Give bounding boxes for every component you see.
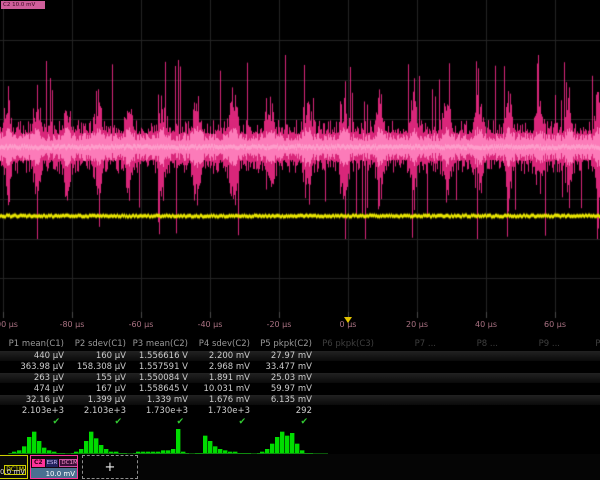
measure-value-p4: 2.200 mV xyxy=(192,351,250,361)
measure-value-p2: 155 µV xyxy=(68,373,126,383)
measure-value-p3: 1.557591 V xyxy=(130,362,188,372)
measure-value-p1: 2.103e+3 xyxy=(6,406,64,416)
histicon-p3[interactable] xyxy=(133,429,189,454)
c2-coupling-badge: DC1M xyxy=(59,459,78,467)
measure-value-p2: 160 µV xyxy=(68,351,126,361)
measure-value-p5: 27.97 mV xyxy=(254,351,312,361)
add-trace-slot[interactable]: + xyxy=(82,455,138,479)
measure-row: 440 µV 160 µV 1.556616 V 2.200 mV 27.97 mV xyxy=(0,351,600,361)
histicon-p1[interactable] xyxy=(9,429,65,454)
trigger-position-marker[interactable] xyxy=(344,317,352,323)
measure-value-p5: 25.03 mV xyxy=(254,373,312,383)
measure-value-p4: 1.891 mV xyxy=(192,373,250,383)
measure-header-p5[interactable]: P5 pkpk(C2) xyxy=(254,339,312,350)
measure-value-p4: 1.676 mV xyxy=(192,395,250,405)
waveform-grid[interactable]: C2 10.0 mV -100 µs -80 µs -60 µs -40 µs -20 … xyxy=(0,0,600,332)
time-tick-label: 40 µs xyxy=(475,320,497,329)
measure-header-p8[interactable]: P8 ... xyxy=(440,339,498,350)
channel-c2-descriptor[interactable]: C2 ESR DC1M 10.0 mV xyxy=(30,455,78,479)
plus-icon: + xyxy=(105,460,116,475)
status-check-icon: ✔ xyxy=(192,417,246,429)
measure-header-p2[interactable]: P2 sdev(C1) xyxy=(68,339,126,350)
time-tick-label: -80 µs xyxy=(60,320,85,329)
measure-row: 474 µV 167 µV 1.558645 V 10.031 mV 59.97 mV xyxy=(0,384,600,394)
status-check-icon: ✔ xyxy=(68,417,122,429)
measure-value-p5: 33.477 mV xyxy=(254,362,312,372)
channel-c1-descriptor[interactable]: DC1M 20.0 mV xyxy=(0,455,28,479)
measure-value-p2: 158.308 µV xyxy=(68,362,126,372)
c2-label: C2 xyxy=(32,459,45,467)
oscilloscope-screen: C2 10.0 mV -100 µs -80 µs -60 µs -40 µs -20 … xyxy=(0,0,600,480)
measure-value-p5: 59.97 mV xyxy=(254,384,312,394)
time-tick-label: -20 µs xyxy=(267,320,292,329)
c2-esr-badge: ESR xyxy=(46,459,59,467)
measure-header-p1[interactable]: P1 mean(C1) xyxy=(6,339,64,350)
c1-vdiv-value: 20.0 mV xyxy=(0,467,27,478)
measure-value-p1: 474 µV xyxy=(6,384,64,394)
status-check-icon: ✔ xyxy=(130,417,184,429)
measure-value-p1: 440 µV xyxy=(6,351,64,361)
descriptor-bar: DC1M 20.0 mV C2 ESR DC1M 10.0 mV + HD 12… xyxy=(0,454,600,480)
measure-row: 32.16 µV 1.399 µV 1.339 mV 1.676 mV 6.135 mV xyxy=(0,395,600,405)
waveform-canvas[interactable] xyxy=(0,0,600,332)
measure-header-p9[interactable]: P9 ... xyxy=(502,339,560,350)
measure-value-p1: 32.16 µV xyxy=(6,395,64,405)
measure-header-p10[interactable]: P10 ... xyxy=(564,339,600,350)
measure-row: 263 µV 155 µV 1.550084 V 1.891 mV 25.03 mV xyxy=(0,373,600,383)
measure-header-p4[interactable]: P4 sdev(C2) xyxy=(192,339,250,350)
histicon-p5[interactable] xyxy=(257,429,313,454)
measure-header-p3[interactable]: P3 mean(C2) xyxy=(130,339,188,350)
measure-value-p3: 1.556616 V xyxy=(130,351,188,361)
measure-value-p1: 263 µV xyxy=(6,373,64,383)
measure-header-p6[interactable]: P6 pkpk(C3) xyxy=(316,339,374,350)
measure-value-p4: 1.730e+3 xyxy=(192,406,250,416)
measure-value-p2: 2.103e+3 xyxy=(68,406,126,416)
time-tick-label: 20 µs xyxy=(406,320,428,329)
time-tick-label: 60 µs xyxy=(544,320,566,329)
histicon-p4[interactable] xyxy=(195,429,251,454)
histicon-p2[interactable] xyxy=(71,429,127,454)
measure-header-p7[interactable]: P7 ... xyxy=(378,339,436,350)
measure-row: 363.98 µV 158.308 µV 1.557591 V 2.968 mV 33.… xyxy=(0,362,600,372)
measure-value-p2: 1.399 µV xyxy=(68,395,126,405)
measure-value-p5: 292 xyxy=(254,406,312,416)
measure-value-p3: 1.558645 V xyxy=(130,384,188,394)
measure-value-p4: 10.031 mV xyxy=(192,384,250,394)
measure-row: 2.103e+3 2.103e+3 1.730e+3 1.730e+3 292 xyxy=(0,406,600,416)
time-tick-label: -40 µs xyxy=(198,320,223,329)
measure-value-p5: 6.135 mV xyxy=(254,395,312,405)
measure-value-p3: 1.339 mV xyxy=(130,395,188,405)
measure-value-p4: 2.968 mV xyxy=(192,362,250,372)
measure-value-p2: 167 µV xyxy=(68,384,126,394)
measure-value-p3: 1.550084 V xyxy=(130,373,188,383)
time-tick-label: -60 µs xyxy=(129,320,154,329)
c2-vdiv-value: 10.0 mV xyxy=(31,468,77,479)
status-check-icon: ✔ xyxy=(6,417,60,429)
selected-trace-chip[interactable]: C2 10.0 mV xyxy=(1,1,45,9)
status-check-icon: ✔ xyxy=(254,417,308,429)
measure-value-p1: 363.98 µV xyxy=(6,362,64,372)
measure-value-p3: 1.730e+3 xyxy=(130,406,188,416)
time-tick-label: -100 µs xyxy=(0,320,18,329)
